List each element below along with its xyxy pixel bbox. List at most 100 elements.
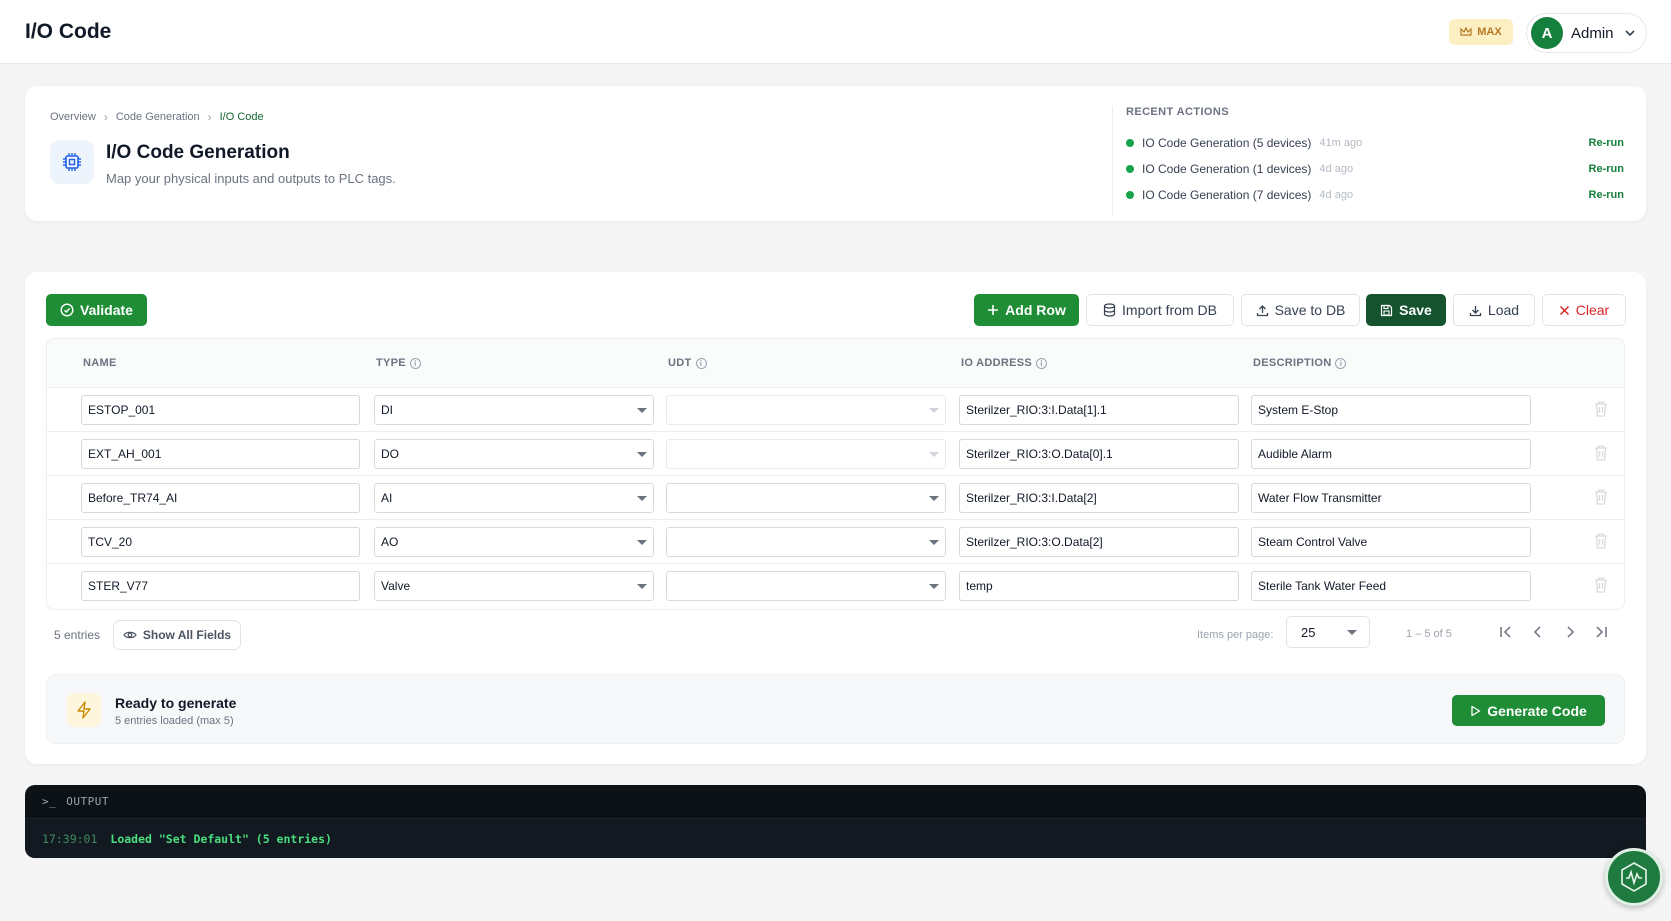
recent-action-label: IO Code Generation (1 devices) [1142,162,1312,176]
column-header-io-address: IO ADDRESS i [961,357,1048,369]
clear-button[interactable]: Clear [1542,294,1626,326]
first-page-icon[interactable] [1498,624,1514,640]
type-select[interactable]: Valve [374,571,654,601]
table-row: TCV_20 AO Sterilzer_RIO:3:O.Data[2] Stea… [47,520,1624,564]
trash-icon[interactable] [1593,576,1609,594]
io-address-input[interactable]: Sterilzer_RIO:3:I.Data[2] [959,483,1239,513]
items-per-page-label: Items per page: [1197,629,1274,641]
plus-icon [988,305,999,315]
recent-actions-title: RECENT ACTIONS [1126,106,1229,118]
user-name: Admin [1571,24,1614,42]
lightning-icon [67,693,101,727]
name-input[interactable]: STER_V77 [81,571,360,601]
recent-action-time: 4d ago [1319,189,1354,201]
description-input[interactable]: Audible Alarm [1251,439,1531,469]
description-input[interactable]: Steam Control Valve [1251,527,1531,557]
show-all-fields-button[interactable]: Show All Fields [113,620,241,650]
udt-select[interactable] [666,439,946,469]
rerun-button[interactable]: Re-run [1589,163,1624,175]
rerun-button[interactable]: Re-run [1589,189,1624,201]
save-to-db-label: Save to DB [1274,302,1346,318]
io-address-input[interactable]: Sterilzer_RIO:3:I.Data[1].1 [959,395,1239,425]
info-icon[interactable]: i [1036,357,1048,369]
recent-action-time: 4d ago [1319,163,1354,175]
breadcrumb-overview[interactable]: Overview [50,111,96,123]
info-icon[interactable]: i [1335,357,1347,369]
add-row-button[interactable]: Add Row [974,294,1079,326]
io-address-input[interactable]: temp [959,571,1239,601]
udt-select[interactable] [666,527,946,557]
column-header-udt: UDT i [668,357,707,369]
page-subtitle: Map your physical inputs and outputs to … [106,171,396,186]
save-label: Save [1399,302,1432,318]
trash-icon[interactable] [1593,444,1609,462]
breadcrumb-current: I/O Code [219,111,264,123]
generate-code-button[interactable]: Generate Code [1452,695,1605,726]
rerun-button[interactable]: Re-run [1589,137,1624,149]
generate-code-label: Generate Code [1487,702,1587,719]
table-header: NAME TYPE i UDT i IO ADDRESS i DESCRIPTION i [47,339,1624,388]
generate-status-title: Ready to generate [115,695,237,711]
type-select[interactable]: DO [374,439,654,469]
items-per-page-select[interactable]: 25 [1286,616,1370,648]
save-button[interactable]: Save [1366,294,1446,326]
output-console: >_ OUTPUT 17:39:01 Loaded "Set Default" … [25,785,1646,858]
plan-badge: MAX [1449,19,1513,45]
udt-select[interactable] [666,483,946,513]
recent-action-label: IO Code Generation (7 devices) [1142,188,1312,202]
download-icon [1469,305,1482,316]
status-dot [1126,191,1134,199]
output-line: 17:39:01 Loaded "Set Default" (5 entries… [25,819,1646,858]
check-circle-icon [60,303,74,317]
name-input[interactable]: Before_TR74_AI [81,483,360,513]
play-icon [1471,705,1481,716]
crown-icon [1460,27,1472,36]
type-select[interactable]: DI [374,395,654,425]
save-to-db-button[interactable]: Save to DB [1241,294,1360,326]
trash-icon[interactable] [1593,532,1609,550]
io-address-input[interactable]: Sterilzer_RIO:3:O.Data[2] [959,527,1239,557]
table-row: EXT_AH_001 DO Sterilzer_RIO:3:O.Data[0].… [47,432,1624,476]
table-footer: 5 entries Show All Fields Items per page… [46,616,1625,652]
table-row: STER_V77 Valve temp Sterile Tank Water F… [47,564,1624,608]
previous-page-icon[interactable] [1530,624,1546,640]
description-input[interactable]: Water Flow Transmitter [1251,483,1531,513]
terminal-icon: >_ [42,795,57,808]
name-input[interactable]: EXT_AH_001 [81,439,360,469]
type-select[interactable]: AO [374,527,654,557]
recent-actions: RECENT ACTIONS IO Code Generation (5 dev… [1112,106,1624,216]
page-range: 1 – 5 of 5 [1406,628,1452,640]
chevron-down-icon [1624,30,1635,37]
close-icon [1559,305,1569,315]
top-bar: I/O Code MAX A Admin [0,0,1671,64]
last-page-icon[interactable] [1593,624,1609,640]
name-input[interactable]: TCV_20 [81,527,360,557]
validate-button[interactable]: Validate [46,294,147,326]
io-address-input[interactable]: Sterilzer_RIO:3:O.Data[0].1 [959,439,1239,469]
info-icon[interactable]: i [695,357,707,369]
load-label: Load [1487,302,1520,318]
description-input[interactable]: Sterile Tank Water Feed [1251,571,1531,601]
name-input[interactable]: ESTOP_001 [81,395,360,425]
load-button[interactable]: Load [1453,294,1535,326]
upload-icon [1256,304,1268,316]
type-select[interactable]: AI [374,483,654,513]
assistant-fab[interactable] [1605,848,1663,906]
description-input[interactable]: System E-Stop [1251,395,1531,425]
trash-icon[interactable] [1593,400,1609,418]
breadcrumb-code-generation[interactable]: Code Generation [116,111,200,123]
output-header: >_ OUTPUT [25,785,1646,819]
app-title: I/O Code [25,20,112,43]
trash-icon[interactable] [1593,488,1609,506]
column-label: DESCRIPTION [1253,357,1332,369]
import-from-db-label: Import from DB [1122,302,1217,318]
recent-action-item: IO Code Generation (7 devices) 4d ago Re… [1126,182,1624,208]
import-from-db-button[interactable]: Import from DB [1086,294,1234,326]
udt-select[interactable] [666,571,946,601]
info-icon[interactable]: i [409,357,421,369]
column-header-type: TYPE i [376,357,421,369]
floppy-disk-icon [1381,304,1393,316]
next-page-icon[interactable] [1562,624,1578,640]
user-menu[interactable]: A Admin [1526,13,1647,53]
udt-select[interactable] [666,395,946,425]
